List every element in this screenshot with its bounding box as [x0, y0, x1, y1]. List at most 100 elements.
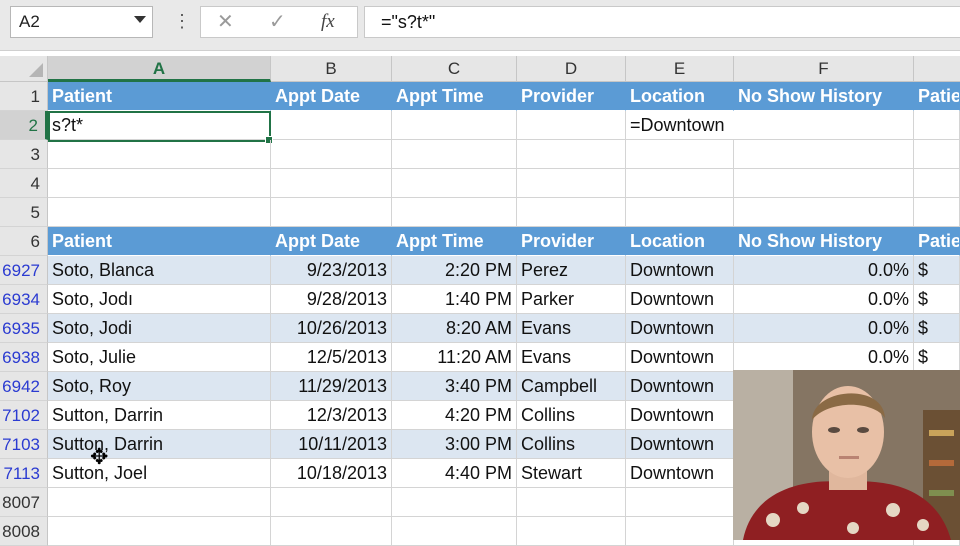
formula-bar-grip-icon[interactable]: ⋮: [173, 11, 191, 31]
table-cell-provider[interactable]: Evans: [517, 314, 626, 343]
table-cell-no-show-history[interactable]: 0.0%: [734, 343, 914, 372]
empty-cell-r4-c5[interactable]: [734, 169, 914, 198]
empty-cell-r4-c6[interactable]: [914, 169, 960, 198]
empty-cell-r5-c1[interactable]: [271, 198, 392, 227]
table-cell-location[interactable]: Downtown: [626, 459, 734, 488]
table-cell-provider[interactable]: Collins: [517, 401, 626, 430]
table-cell-patient-balance[interactable]: $: [914, 314, 960, 343]
table-cell-appt-date[interactable]: 12/3/2013: [271, 401, 392, 430]
table-cell-location[interactable]: Downtown: [626, 401, 734, 430]
table-cell-appt-time[interactable]: 3:40 PM: [392, 372, 517, 401]
table-cell-patient[interactable]: Soto, Jodi: [48, 314, 271, 343]
table-cell-appt-date[interactable]: 11/29/2013: [271, 372, 392, 401]
table-header-patient-cut[interactable]: Patie: [914, 227, 960, 256]
enter-icon[interactable]: ✓: [269, 9, 286, 34]
criteria-no-show-cell[interactable]: [734, 111, 914, 140]
row-header-8007[interactable]: 8007: [0, 488, 48, 517]
table-cell-appt-date[interactable]: 10/11/2013: [271, 430, 392, 459]
table-header-no-show-history[interactable]: No Show History: [734, 227, 914, 256]
table-cell-provider[interactable]: Evans: [517, 343, 626, 372]
empty-cell[interactable]: [271, 488, 392, 517]
row-header-6935[interactable]: 6935: [0, 314, 48, 343]
empty-cell-r5-c5[interactable]: [734, 198, 914, 227]
table-cell-patient[interactable]: Sutton, Darrin: [48, 401, 271, 430]
criteria-extra-cell[interactable]: [914, 111, 960, 140]
row-header-4[interactable]: 4: [0, 169, 48, 198]
empty-cell-r5-c3[interactable]: [517, 198, 626, 227]
table-cell-appt-time[interactable]: 8:20 AM: [392, 314, 517, 343]
empty-cell[interactable]: [517, 488, 626, 517]
empty-cell-r5-c6[interactable]: [914, 198, 960, 227]
criteria-header-patient-cut[interactable]: Patie: [914, 82, 960, 111]
row-header-6934[interactable]: 6934: [0, 285, 48, 314]
table-cell-appt-time[interactable]: 2:20 PM: [392, 256, 517, 285]
empty-cell-r5-c2[interactable]: [392, 198, 517, 227]
empty-cell-r4-c3[interactable]: [517, 169, 626, 198]
table-cell-appt-time[interactable]: 1:40 PM: [392, 285, 517, 314]
table-cell-location[interactable]: Downtown: [626, 372, 734, 401]
empty-cell-r4-c1[interactable]: [271, 169, 392, 198]
empty-cell[interactable]: [48, 488, 271, 517]
row-header-6927[interactable]: 6927: [0, 256, 48, 285]
empty-cell[interactable]: [392, 488, 517, 517]
table-cell-appt-time[interactable]: 11:20 AM: [392, 343, 517, 372]
criteria-appt-time-cell[interactable]: [392, 111, 517, 140]
select-all-button[interactable]: [0, 56, 48, 82]
criteria-header-appt-date[interactable]: Appt Date: [271, 82, 392, 111]
empty-cell-r3-c0[interactable]: [48, 140, 271, 169]
column-header-g[interactable]: [914, 56, 960, 82]
table-cell-patient[interactable]: Soto, Jodı: [48, 285, 271, 314]
table-cell-appt-date[interactable]: 12/5/2013: [271, 343, 392, 372]
row-header-7113[interactable]: 7113: [0, 459, 48, 488]
empty-cell-r3-c4[interactable]: [626, 140, 734, 169]
criteria-header-patient[interactable]: Patient: [48, 82, 271, 111]
table-cell-no-show-history[interactable]: 0.0%: [734, 314, 914, 343]
table-cell-provider[interactable]: Collins: [517, 430, 626, 459]
cancel-icon[interactable]: ✕: [217, 9, 234, 34]
column-header-b[interactable]: B: [271, 56, 392, 82]
table-cell-location[interactable]: Downtown: [626, 314, 734, 343]
table-cell-location[interactable]: Downtown: [626, 285, 734, 314]
criteria-provider-cell[interactable]: [517, 111, 626, 140]
table-header-patient[interactable]: Patient: [48, 227, 271, 256]
empty-cell[interactable]: [392, 517, 517, 546]
empty-cell-r5-c0[interactable]: [48, 198, 271, 227]
row-header-5[interactable]: 5: [0, 198, 48, 227]
table-cell-location[interactable]: Downtown: [626, 430, 734, 459]
empty-cell-r3-c2[interactable]: [392, 140, 517, 169]
empty-cell-r4-c4[interactable]: [626, 169, 734, 198]
column-header-a[interactable]: A: [48, 56, 271, 82]
row-header-6[interactable]: 6: [0, 227, 48, 256]
criteria-header-location[interactable]: Location: [626, 82, 734, 111]
table-cell-patient-balance[interactable]: $: [914, 343, 960, 372]
table-header-appt-date[interactable]: Appt Date: [271, 227, 392, 256]
empty-cell[interactable]: [626, 488, 734, 517]
insert-function-icon[interactable]: fx: [321, 11, 335, 33]
table-cell-provider[interactable]: Campbell: [517, 372, 626, 401]
table-header-appt-time[interactable]: Appt Time: [392, 227, 517, 256]
table-cell-patient-balance[interactable]: $: [914, 285, 960, 314]
table-cell-provider[interactable]: Parker: [517, 285, 626, 314]
table-cell-provider[interactable]: Perez: [517, 256, 626, 285]
row-header-6942[interactable]: 6942: [0, 372, 48, 401]
criteria-location-cell[interactable]: =Downtown: [626, 111, 734, 140]
empty-cell[interactable]: [517, 517, 626, 546]
table-cell-appt-date[interactable]: 9/23/2013: [271, 256, 392, 285]
table-cell-appt-time[interactable]: 4:20 PM: [392, 401, 517, 430]
criteria-appt-date-cell[interactable]: [271, 111, 392, 140]
name-box-dropdown-icon[interactable]: [134, 16, 146, 23]
empty-cell-r3-c5[interactable]: [734, 140, 914, 169]
table-cell-appt-time[interactable]: 4:40 PM: [392, 459, 517, 488]
empty-cell-r3-c1[interactable]: [271, 140, 392, 169]
column-header-e[interactable]: E: [626, 56, 734, 82]
row-header-6938[interactable]: 6938: [0, 343, 48, 372]
formula-input[interactable]: ="s?t*": [364, 6, 960, 38]
row-header-8008[interactable]: 8008: [0, 517, 48, 546]
table-cell-no-show-history[interactable]: 0.0%: [734, 285, 914, 314]
column-header-f[interactable]: F: [734, 56, 914, 82]
empty-cell-r4-c2[interactable]: [392, 169, 517, 198]
table-cell-location[interactable]: Downtown: [626, 343, 734, 372]
criteria-header-provider[interactable]: Provider: [517, 82, 626, 111]
table-cell-patient[interactable]: Soto, Julie: [48, 343, 271, 372]
row-header-7102[interactable]: 7102: [0, 401, 48, 430]
